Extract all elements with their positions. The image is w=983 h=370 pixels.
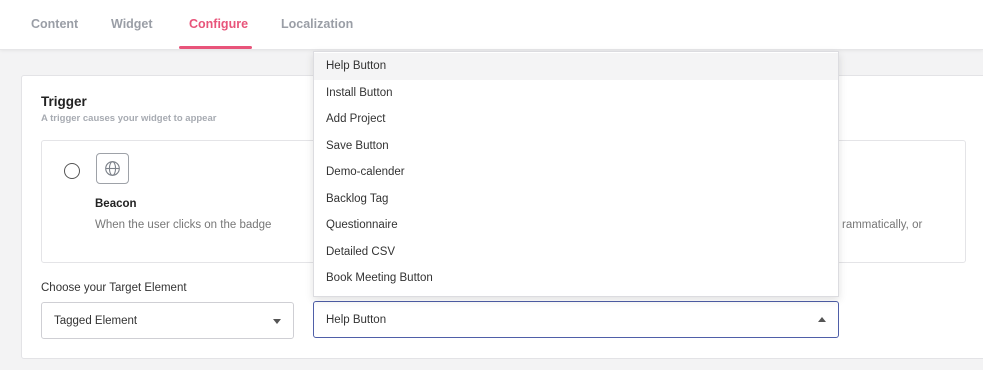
dropdown-option[interactable]: Install Button [314,80,838,107]
dropdown-option[interactable]: Backlog Tag [314,186,838,213]
target-element-dropdown: Help Button Install Button Add Project S… [313,51,839,297]
trigger-title: Trigger [41,94,87,109]
dropdown-option[interactable]: Demo-calender [314,159,838,186]
chevron-down-icon [273,319,281,324]
target-element-label: Choose your Target Element [41,282,187,294]
tab-content[interactable]: Content [31,17,78,31]
beacon-option-description: When the user clicks on the badge [95,219,272,231]
dropdown-option[interactable]: Book Meeting Button [314,265,838,292]
trigger-subtitle: A trigger causes your widget to appear [41,113,217,124]
tab-localization[interactable]: Localization [281,17,353,31]
dropdown-option[interactable]: Help Button [314,53,838,80]
globe-icon [96,153,129,184]
active-tab-indicator [179,46,252,49]
target-type-value: Tagged Element [54,315,138,327]
tab-bar: Content Widget Configure Localization [0,0,983,50]
tab-configure[interactable]: Configure [189,17,248,31]
target-type-select[interactable]: Tagged Element [41,302,294,339]
tab-widget[interactable]: Widget [111,17,153,31]
dropdown-option[interactable]: Questionnaire [314,212,838,239]
dropdown-option[interactable]: Save Button [314,133,838,160]
beacon-option-title: Beacon [95,198,137,210]
target-element-select[interactable]: Help Button [313,301,839,338]
chevron-up-icon [818,317,826,322]
beacon-radio[interactable] [64,163,80,179]
dropdown-option[interactable]: Detailed CSV [314,239,838,266]
target-element-value: Help Button [326,314,387,326]
other-option-description: rammatically, or [842,219,923,231]
dropdown-option[interactable]: Add Project [314,106,838,133]
